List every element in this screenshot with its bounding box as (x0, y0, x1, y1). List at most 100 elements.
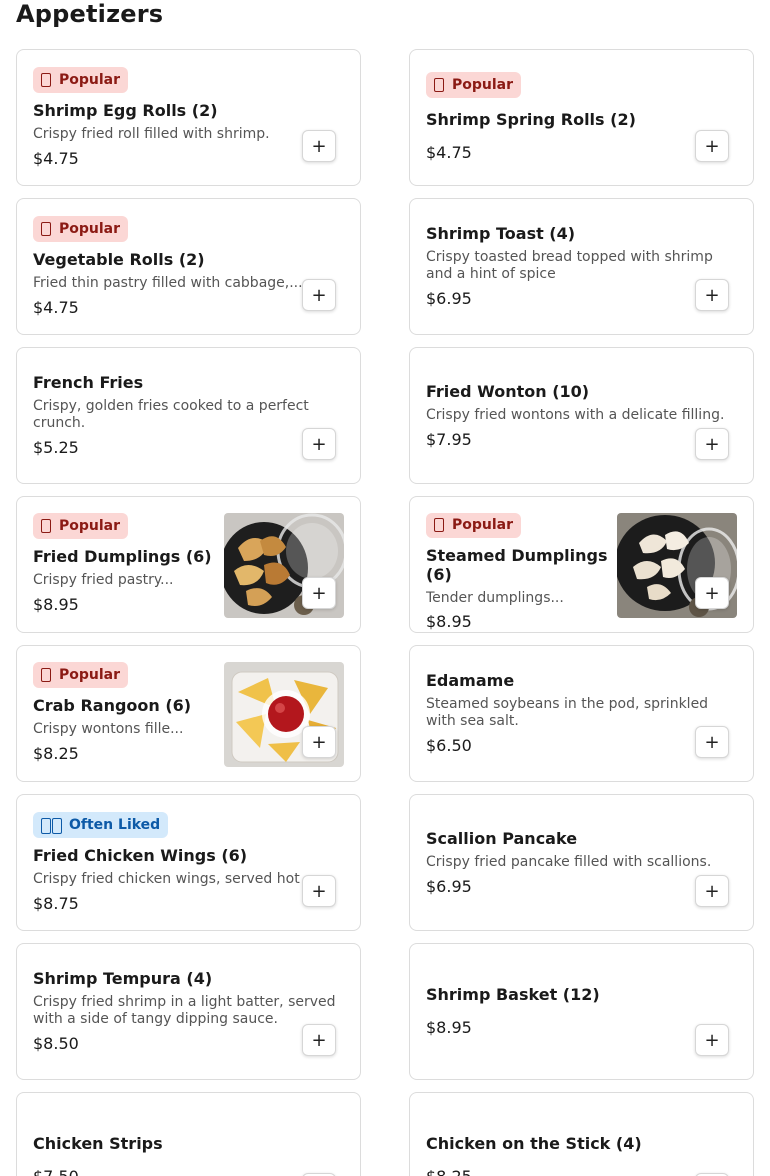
menu-item-body: French Fries Crispy, golden fries cooked… (33, 348, 320, 483)
popular-badge: Popular (33, 215, 129, 242)
plus-icon: + (704, 880, 720, 902)
item-name: Steamed Dumplings (6) (426, 545, 608, 584)
plus-icon: + (311, 1029, 327, 1051)
badge-label: Popular (452, 77, 514, 93)
item-price: $6.50 (426, 736, 472, 755)
receipt-icon (41, 221, 51, 236)
item-price: $8.95 (426, 1018, 472, 1037)
add-to-cart-button[interactable]: + (695, 130, 729, 162)
menu-item-body: Fried Wonton (10) Crispy fried wontons w… (426, 348, 737, 483)
item-name: Fried Dumplings (6) (33, 547, 212, 566)
item-description: Tender dumplings... (426, 589, 564, 606)
popular-badge: Popular (426, 72, 522, 98)
plus-icon: + (704, 731, 720, 753)
menu-item-card[interactable]: Chicken Strips $7.50 + (16, 1092, 361, 1176)
item-name: Scallion Pancake (426, 828, 578, 848)
item-price: $8.95 (33, 595, 79, 614)
receipt-icon (41, 519, 51, 533)
menu-item-body: Popular Crab Rangoon (6) Crispy wontons … (33, 646, 220, 781)
item-name: Chicken Strips (33, 1134, 163, 1153)
item-description: Crispy fried pancake filled with scallio… (426, 853, 712, 870)
add-to-cart-button[interactable]: + (302, 1024, 336, 1056)
add-to-cart-button[interactable]: + (302, 428, 336, 460)
add-to-cart-button[interactable]: + (302, 726, 336, 758)
item-name: Vegetable Rolls (2) (33, 249, 205, 269)
popular-badge: Popular (33, 662, 129, 688)
item-name: French Fries (33, 373, 144, 392)
item-price: $7.95 (426, 429, 472, 449)
item-name: Chicken on the Stick (4) (426, 1134, 642, 1153)
menu-item-card[interactable]: Edamame Steamed soybeans in the pod, spr… (409, 645, 754, 782)
item-price: $8.25 (426, 1167, 737, 1176)
menu-item-card[interactable]: Popular Crab Rangoon (6) Crispy wontons … (16, 645, 361, 782)
add-to-cart-button[interactable]: + (695, 726, 729, 758)
item-description: Crispy fried wontons with a delicate fil… (426, 406, 725, 423)
item-name: Shrimp Egg Rolls (2) (33, 100, 218, 120)
add-to-cart-button[interactable]: + (695, 1024, 729, 1056)
item-name: Crab Rangoon (6) (33, 696, 192, 715)
menu-item-card[interactable]: Popular Vegetable Rolls (2) Fried thin p… (16, 198, 361, 335)
menu-item-card[interactable]: Popular Shrimp Spring Rolls (2) $4.75 + (409, 49, 754, 186)
item-name: Shrimp Toast (4) (426, 224, 576, 243)
menu-item-body: Popular Shrimp Spring Rolls (2) $4.75 (426, 50, 737, 185)
thumbs-up-icon (41, 817, 62, 834)
plus-icon: + (311, 731, 327, 753)
item-name: Edamame (426, 671, 515, 690)
receipt-icon (434, 518, 444, 533)
menu-item-card[interactable]: Shrimp Tempura (4) Crispy fried shrimp i… (16, 943, 361, 1080)
menu-item-body: Often Liked Fried Chicken Wings (6) Cris… (33, 795, 344, 930)
add-to-cart-button[interactable]: + (302, 577, 336, 609)
item-name: Shrimp Basket (12) (426, 985, 600, 1004)
menu-item-body: Shrimp Tempura (4) Crispy fried shrimp i… (33, 944, 344, 1079)
add-to-cart-button[interactable]: + (302, 875, 336, 907)
menu-item-card[interactable]: Shrimp Basket (12) $8.95 + (409, 943, 754, 1080)
item-name: Shrimp Tempura (4) (33, 969, 213, 988)
menu-item-card[interactable]: Often Liked Fried Chicken Wings (6) Cris… (16, 794, 361, 931)
item-price: $8.75 (33, 893, 79, 913)
badge-label: Popular (59, 518, 121, 534)
menu-item-body: Popular Fried Dumplings (6) Crispy fried… (33, 497, 220, 632)
menu-item-card[interactable]: Popular Fried Dumplings (6) Crispy fried… (16, 496, 361, 633)
item-price: $6.95 (426, 289, 472, 308)
plus-icon: + (704, 582, 720, 604)
add-to-cart-button[interactable]: + (695, 577, 729, 609)
item-description: Crispy, golden fries cooked to a perfect… (33, 398, 309, 431)
receipt-icon (434, 78, 444, 92)
menu-item-card[interactable]: Scallion Pancake Crispy fried pancake fi… (409, 794, 754, 931)
add-to-cart-button[interactable]: + (695, 428, 729, 460)
item-description: Crispy wontons fille... (33, 721, 184, 737)
item-price: $5.25 (33, 438, 79, 457)
badge-label: Popular (59, 220, 121, 237)
badge-label: Popular (59, 71, 121, 88)
menu-item-card[interactable]: Popular Steamed Dumplings (6) Tender dum… (409, 496, 754, 633)
add-to-cart-button[interactable]: + (695, 279, 729, 311)
item-price: $7.50 (33, 1167, 344, 1176)
menu-grid: Popular Shrimp Egg Rolls (2) Crispy frie… (16, 49, 754, 1176)
menu-item-body: Popular Vegetable Rolls (2) Fried thin p… (33, 199, 344, 334)
menu-item-card[interactable]: Chicken on the Stick (4) $8.25 + (409, 1092, 754, 1176)
menu-item-body: Edamame Steamed soybeans in the pod, spr… (426, 646, 713, 781)
item-description: Crispy fried chicken wings, served hot (33, 870, 300, 887)
menu-item-card[interactable]: Fried Wonton (10) Crispy fried wontons w… (409, 347, 754, 484)
item-name: Fried Chicken Wings (6) (33, 845, 248, 865)
plus-icon: + (704, 433, 720, 455)
item-description: Crispy fried shrimp in a light batter, s… (33, 994, 336, 1027)
plus-icon: + (311, 582, 327, 604)
add-to-cart-button[interactable]: + (302, 130, 336, 162)
item-description: Steamed soybeans in the pod, sprinkled w… (426, 696, 709, 729)
badge-label: Popular (59, 667, 121, 683)
menu-item-body: Chicken Strips $7.50 (33, 1093, 344, 1176)
add-to-cart-button[interactable]: + (302, 279, 336, 311)
menu-item-card[interactable]: Popular Shrimp Egg Rolls (2) Crispy frie… (16, 49, 361, 186)
often-liked-badge: Often Liked (33, 811, 169, 838)
item-description: Crispy fried pastry... (33, 572, 174, 588)
menu-item-card[interactable]: French Fries Crispy, golden fries cooked… (16, 347, 361, 484)
item-name: Shrimp Spring Rolls (2) (426, 110, 636, 129)
menu-item-card[interactable]: Shrimp Toast (4) Crispy toasted bread to… (409, 198, 754, 335)
badge-label: Popular (452, 517, 514, 534)
item-price: $4.75 (426, 143, 472, 162)
receipt-icon (41, 72, 51, 87)
plus-icon: + (704, 284, 720, 306)
add-to-cart-button[interactable]: + (695, 875, 729, 907)
popular-badge: Popular (33, 513, 129, 539)
